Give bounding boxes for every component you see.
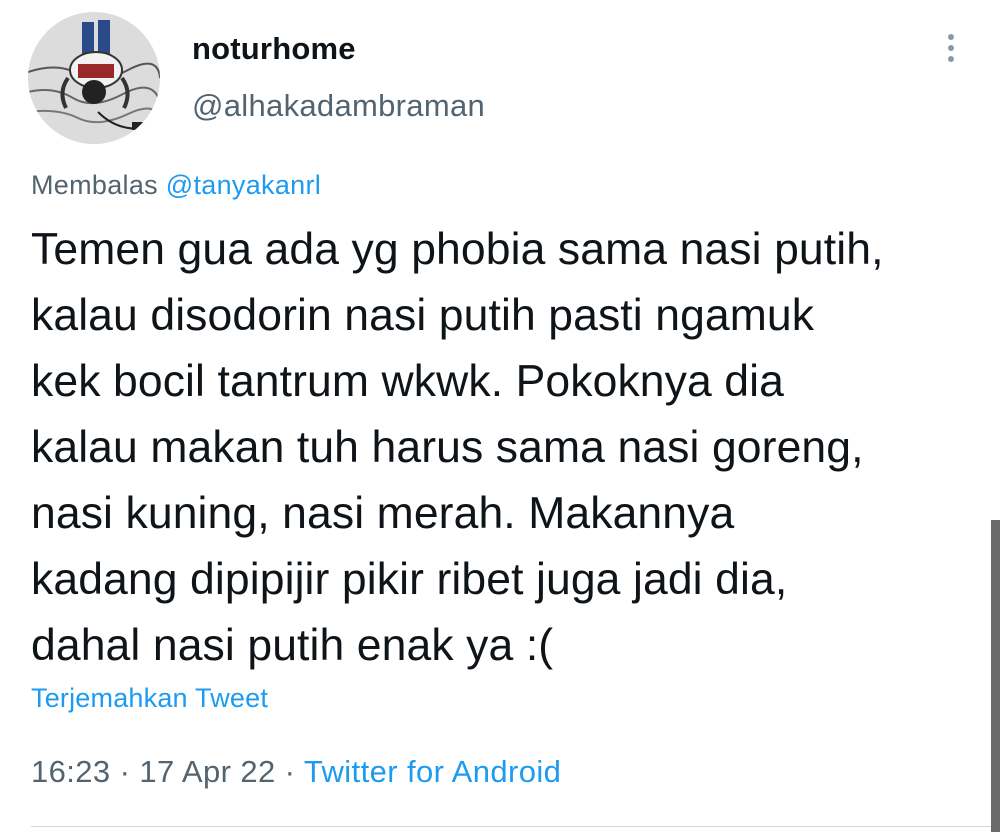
- reply-mention-link[interactable]: @tanyakanrl: [166, 170, 321, 200]
- tweet-meta: 16:23 · 17 Apr 22 · Twitter for Android: [31, 754, 561, 790]
- divider: [31, 826, 1000, 827]
- avatar-illustration-icon: [28, 12, 160, 144]
- tweet-text: Temen gua ada yg phobia sama nasi putih,…: [31, 225, 884, 670]
- user-handle[interactable]: @alhakadambraman: [192, 88, 485, 124]
- display-name[interactable]: noturhome: [192, 31, 356, 67]
- tweet-date[interactable]: 17 Apr 22: [139, 754, 275, 789]
- tweet-time[interactable]: 16:23: [31, 754, 111, 789]
- meta-separator: ·: [275, 754, 304, 789]
- reply-prefix: Membalas: [31, 170, 158, 200]
- avatar[interactable]: [28, 12, 160, 144]
- meta-separator: ·: [110, 754, 140, 789]
- tweet-source-link[interactable]: Twitter for Android: [304, 754, 561, 789]
- reply-context: Membalas @tanyakanrl: [31, 170, 321, 201]
- scrollbar[interactable]: [991, 520, 1000, 832]
- more-options-icon[interactable]: [938, 34, 964, 70]
- translate-tweet-link[interactable]: Terjemahkan Tweet: [31, 683, 268, 714]
